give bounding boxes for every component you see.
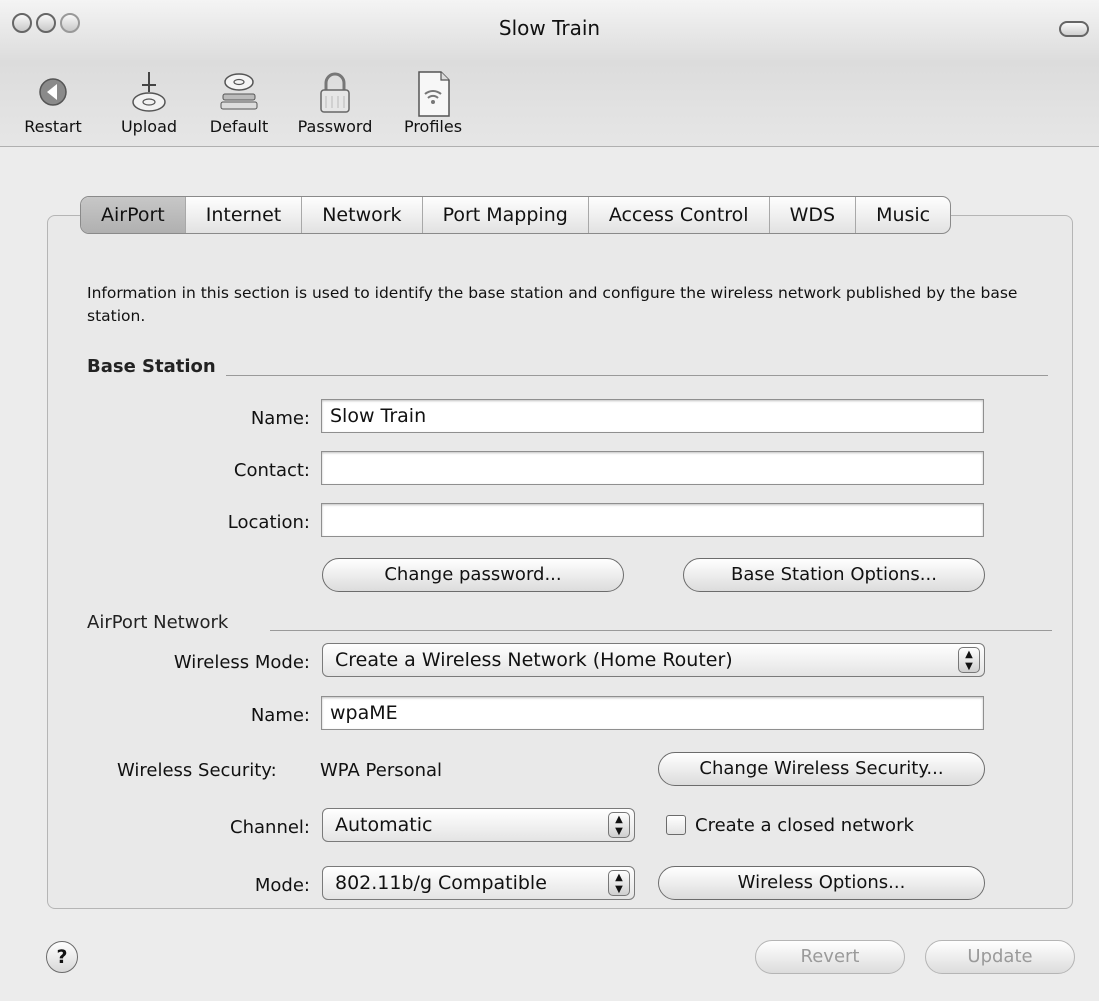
closed-network-label[interactable]: Create a closed network [695,815,914,836]
tab-access-control[interactable]: Access Control [587,197,769,233]
wireless-options-button[interactable]: Wireless Options... [658,866,985,900]
mode-label: Mode: [254,875,310,896]
wireless-security-value: WPA Personal [320,760,443,781]
network-name-label: Name: [250,705,310,726]
tab-music[interactable]: Music [855,197,950,233]
wireless-mode-select[interactable]: Create a Wireless Network (Home Router) … [322,643,985,677]
contact-field[interactable] [321,451,984,485]
tab-bar: AirPort Internet Network Port Mapping Ac… [80,196,952,234]
toolbar-profiles-label: Profiles [403,117,463,136]
wireless-security-label: Wireless Security: [117,760,277,781]
profiles-icon [418,71,450,117]
base-station-divider [226,375,1048,376]
update-button[interactable]: Update [925,940,1075,974]
select-arrows-icon: ▲ ▼ [958,647,980,673]
network-name-field[interactable]: wpaME [321,696,984,730]
wireless-mode-label: Wireless Mode: [173,652,310,673]
base-station-name-field[interactable]: Slow Train [321,399,984,433]
channel-value: Automatic [335,814,433,836]
section-description: Information in this section is used to i… [87,284,1018,325]
title-bar: Slow Train [0,0,1099,62]
location-label: Location: [227,512,310,533]
channel-select[interactable]: Automatic ▲ ▼ [322,808,635,842]
tab-airport[interactable]: AirPort [81,197,185,233]
tab-network[interactable]: Network [301,197,421,233]
select-arrows-icon: ▲ ▼ [608,812,630,838]
restart-icon [39,78,67,106]
change-wireless-security-button[interactable]: Change Wireless Security... [658,752,985,786]
default-icon [220,73,258,110]
location-field[interactable] [321,503,984,537]
toolbar-password-label: Password [297,117,373,136]
window-title: Slow Train [498,16,601,40]
channel-label: Channel: [230,817,310,838]
base-station-name-label: Name: [250,408,310,429]
toolbar-upload-button[interactable]: Upload [108,62,190,146]
toolbar: Restart Upload Default Password Profiles [0,62,1099,147]
toolbar-restart-label: Restart [24,117,82,136]
toolbar-default-button[interactable]: Default [198,62,280,146]
toolbar-profiles-button[interactable]: Profiles [392,62,474,146]
airport-network-heading: AirPort Network [87,612,229,633]
wireless-mode-value: Create a Wireless Network (Home Router) [335,649,733,671]
airport-network-divider [270,630,1052,631]
base-station-options-button[interactable]: Base Station Options... [683,558,985,592]
revert-button[interactable]: Revert [755,940,905,974]
change-password-button[interactable]: Change password... [322,558,624,592]
upload-icon [132,72,166,112]
toolbar-restart-button[interactable]: Restart [12,62,94,146]
help-button[interactable]: ? [46,941,78,973]
closed-network-checkbox[interactable] [666,815,686,835]
toolbar-toggle-button[interactable] [1059,21,1089,37]
tab-internet[interactable]: Internet [184,197,301,233]
toolbar-password-button[interactable]: Password [288,62,382,146]
tab-port-mapping[interactable]: Port Mapping [421,197,588,233]
toolbar-default-label: Default [209,117,269,136]
mode-select[interactable]: 802.11b/g Compatible ▲ ▼ [322,866,635,900]
mode-value: 802.11b/g Compatible [335,872,547,894]
lock-icon [320,72,350,113]
toolbar-upload-label: Upload [120,117,178,136]
base-station-heading: Base Station [87,356,216,377]
tab-wds[interactable]: WDS [768,197,855,233]
contact-label: Contact: [233,460,310,481]
select-arrows-icon: ▲ ▼ [608,870,630,896]
